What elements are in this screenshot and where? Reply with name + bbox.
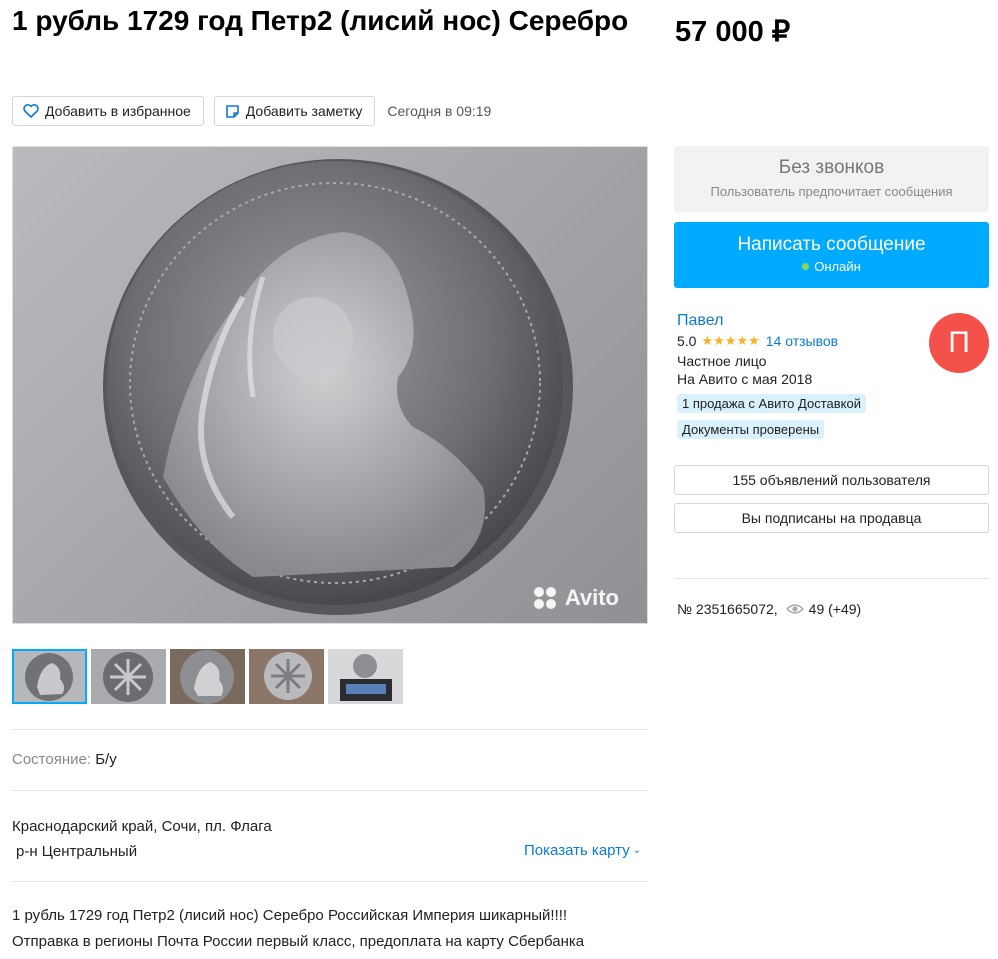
chevron-down-icon: ⌄ <box>632 845 642 856</box>
views-count: 49 (+49) <box>808 601 862 617</box>
description: 1 рубль 1729 год Петр2 (лисий нос) Сереб… <box>12 903 652 955</box>
address-district: р-н Центральный <box>16 843 138 860</box>
coin-image <box>103 159 573 615</box>
online-status: Онлайн <box>674 259 989 274</box>
ad-number: № 2351665072, <box>677 601 778 617</box>
condition-param: Состояние: Б/у <box>12 751 117 768</box>
avito-watermark: Avito <box>533 585 619 611</box>
add-note-label: Добавить заметку <box>245 103 363 119</box>
description-line: 1 рубль 1729 год Петр2 (лисий нос) Сереб… <box>12 907 568 924</box>
avatar[interactable]: П <box>929 313 989 373</box>
address: Краснодарский край, Сочи, пл. Флага р-н … <box>12 814 272 864</box>
thumbnail[interactable] <box>249 649 324 704</box>
section-divider <box>12 729 648 730</box>
rating-stars-icon: ★★★★★ <box>701 333 760 348</box>
photo-thumbnails <box>12 649 407 704</box>
show-map-link[interactable]: Показать карту ⌄ <box>524 842 641 859</box>
seller-type: Частное лицо <box>677 353 767 369</box>
no-calls-title: Без звонков <box>778 157 885 178</box>
write-message-button[interactable]: Написать сообщение Онлайн <box>674 222 989 288</box>
show-map-label: Показать карту <box>524 842 630 859</box>
heart-icon <box>23 104 39 118</box>
write-message-label: Написать сообщение <box>737 234 926 255</box>
no-calls-subtitle: Пользователь предпочитает сообщения <box>710 184 953 199</box>
listing-title: 1 рубль 1729 год Петр2 (лисий нос) Сереб… <box>12 5 629 36</box>
rating-value: 5.0 <box>677 333 697 349</box>
listing-price: 57 000 ₽ <box>675 16 791 48</box>
note-icon <box>225 104 239 118</box>
online-dot-icon <box>802 263 810 270</box>
delivery-badge: 1 продажа с Авито Доставкой <box>677 394 866 413</box>
reviews-link[interactable]: 14 отзывов <box>766 333 838 349</box>
avito-logo-icon <box>533 586 559 610</box>
section-divider <box>12 790 648 791</box>
listing-meta: № 2351665072, 49 (+49) <box>677 601 861 617</box>
add-note-button[interactable]: Добавить заметку <box>213 96 376 126</box>
seller-name[interactable]: Павел <box>677 312 917 330</box>
seller-since: На Авито с мая 2018 <box>677 371 813 387</box>
thumbnail[interactable] <box>91 649 166 704</box>
seller-rating: 5.0 ★★★★★ 14 отзывов <box>677 333 917 349</box>
seller-listings-button[interactable]: 155 объявлений пользователя <box>674 465 989 495</box>
main-photo[interactable]: Avito <box>12 146 648 624</box>
seller-info: Павел 5.0 ★★★★★ 14 отзывов Частное лицо … <box>677 312 917 439</box>
thumbnail[interactable] <box>170 649 245 704</box>
listing-actions: Добавить в избранное Добавить заметку Се… <box>12 96 491 126</box>
posted-date: Сегодня в 09:19 <box>387 103 492 119</box>
add-to-favorites-button[interactable]: Добавить в избранное <box>12 96 204 126</box>
condition-key: Состояние: <box>12 751 92 768</box>
section-divider <box>674 578 989 579</box>
condition-value: Б/у <box>95 751 117 768</box>
add-to-favorites-label: Добавить в избранное <box>45 103 191 119</box>
eye-icon <box>785 604 804 614</box>
thumbnail[interactable] <box>12 649 87 704</box>
subscribed-button[interactable]: Вы подписаны на продавца <box>674 503 989 533</box>
thumbnail[interactable] <box>328 649 403 704</box>
no-calls-notice: Без звонков Пользователь предпочитает со… <box>674 146 989 212</box>
documents-badge: Документы проверены <box>677 420 825 439</box>
address-line: Краснодарский край, Сочи, пл. Флага <box>12 818 272 835</box>
description-line: Отправка в регионы Почта России первый к… <box>12 933 585 950</box>
section-divider <box>12 881 648 882</box>
